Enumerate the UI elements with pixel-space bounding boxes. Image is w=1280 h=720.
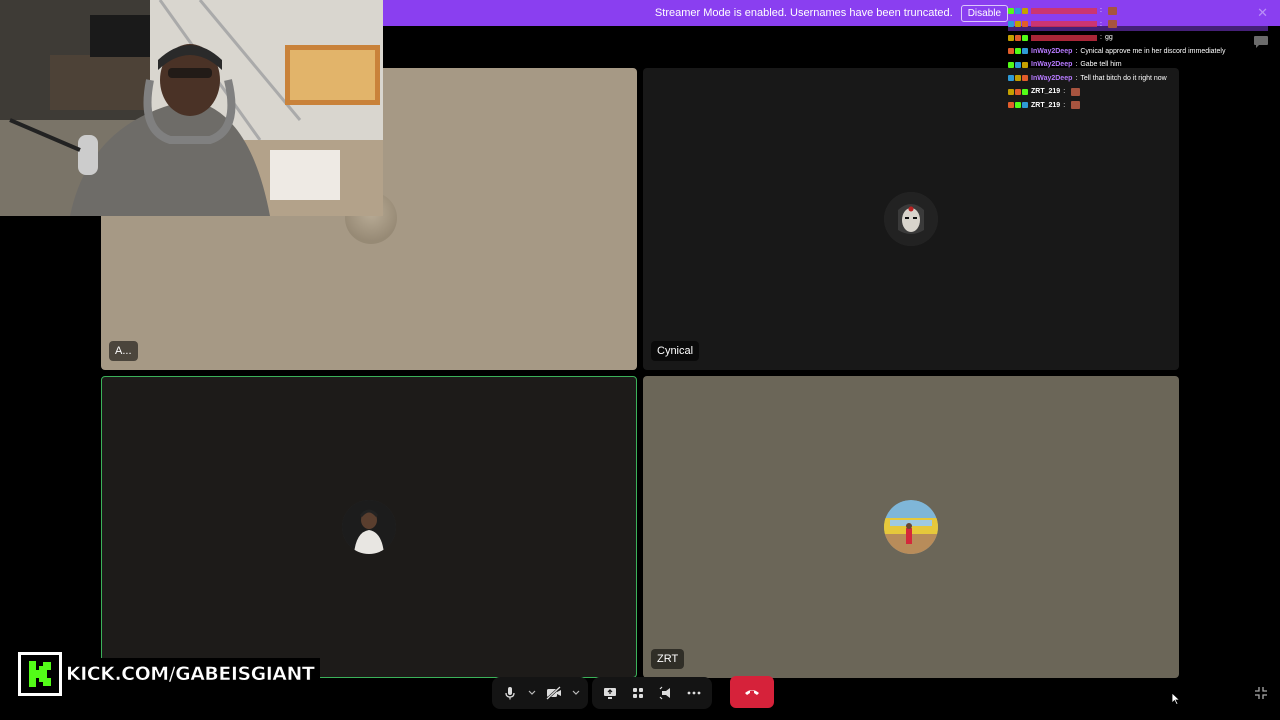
chat-badges — [1008, 88, 1028, 95]
emote-icon — [1071, 101, 1081, 110]
badge-icon — [1022, 21, 1028, 28]
chat-username — [1031, 34, 1097, 41]
badge-icon — [1022, 102, 1028, 109]
chat-separator: : — [1100, 34, 1102, 41]
activities-icon[interactable] — [626, 681, 650, 705]
badge-icon — [1008, 88, 1014, 95]
chat-badges — [1008, 102, 1028, 109]
chat-badges — [1008, 48, 1028, 55]
badge-icon — [1022, 7, 1028, 14]
badge-icon — [1008, 102, 1014, 109]
chat-message: ZRT_219: — [1008, 85, 1268, 99]
participant-tile-zrt[interactable]: ZRT — [643, 376, 1179, 678]
media-controls-group — [492, 677, 588, 709]
call-actions-group — [592, 677, 712, 709]
avatar — [884, 500, 938, 554]
chat-message: InWay2Deep: Cynical approve me in her dis… — [1008, 45, 1268, 59]
participant-name: ZRT — [651, 649, 685, 669]
participant-name: Cynical — [651, 341, 700, 361]
kick-logo-icon — [18, 652, 62, 696]
chat-message: InWay2Deep: Tell that bitch do it right n… — [1008, 72, 1268, 86]
badge-icon — [1008, 7, 1014, 14]
chat-message: InWay2Deep: Gabe tell him — [1008, 58, 1268, 72]
chat-text: Gabe tell him — [1080, 61, 1122, 68]
microphone-icon[interactable] — [498, 681, 522, 705]
participant-name: A... — [109, 341, 138, 361]
stream-chat-overlay: ::: gg InWay2Deep: Cynical approve me in he… — [1008, 4, 1268, 112]
badge-icon — [1008, 75, 1014, 82]
emote-icon — [1107, 6, 1117, 15]
more-options-icon[interactable] — [682, 681, 706, 705]
badge-icon — [1015, 48, 1021, 55]
chat-separator: : — [1100, 20, 1102, 28]
chat-separator: : — [1075, 61, 1078, 68]
chat-username — [1031, 21, 1097, 28]
chat-separator: : — [1063, 88, 1066, 95]
chat-username: ZRT_219 — [1031, 101, 1061, 109]
chat-message: : gg — [1008, 31, 1268, 45]
avatar — [884, 192, 938, 246]
chat-badges — [1008, 7, 1028, 14]
avatar — [342, 500, 396, 554]
chat-username: InWay2Deep — [1031, 47, 1073, 55]
badge-icon — [1015, 75, 1021, 82]
mouse-cursor-icon — [1171, 692, 1181, 710]
badge-icon — [1015, 21, 1021, 28]
participant-tile-gabeisgiant[interactable]: GabeIsGiant — [101, 376, 637, 678]
chat-badges — [1008, 61, 1028, 68]
kick-watermark: KICK.COM/GABEISGIANT — [18, 652, 321, 696]
badge-icon — [1008, 48, 1014, 55]
badge-icon — [1015, 7, 1021, 14]
badge-icon — [1008, 61, 1014, 68]
chat-username: ZRT_219 — [1031, 88, 1061, 95]
chat-username: InWay2Deep — [1031, 61, 1073, 68]
badge-icon — [1008, 21, 1014, 28]
leave-call-button[interactable] — [730, 676, 774, 708]
chat-badges — [1008, 75, 1028, 82]
hang-up-icon — [745, 690, 759, 695]
chat-message: : — [1008, 17, 1268, 31]
chat-username — [1031, 7, 1097, 14]
chat-separator: : — [1075, 74, 1078, 82]
badge-icon — [1015, 61, 1021, 68]
exit-fullscreen-icon[interactable] — [1254, 686, 1268, 705]
chat-text: gg — [1104, 34, 1113, 41]
badge-icon — [1022, 61, 1028, 68]
chat-text: Tell that bitch do it right now — [1080, 74, 1167, 82]
caret-down-icon[interactable] — [526, 681, 538, 705]
chat-message: : — [1008, 4, 1268, 18]
badge-icon — [1015, 88, 1021, 95]
chat-badges — [1008, 34, 1028, 41]
chat-separator: : — [1100, 7, 1102, 14]
caret-down-icon[interactable] — [570, 681, 582, 705]
banner-text: Streamer Mode is enabled. Usernames have… — [654, 7, 953, 19]
screen-share-icon[interactable] — [598, 681, 622, 705]
badge-icon — [1022, 88, 1028, 95]
badge-icon — [1022, 75, 1028, 82]
chat-username: InWay2Deep — [1031, 74, 1073, 82]
call-controls-toolbar — [492, 676, 782, 710]
chat-bubble-icon[interactable] — [1253, 35, 1269, 54]
soundboard-icon[interactable] — [654, 681, 678, 705]
chat-text: Cynical approve me in her discord immedi… — [1080, 47, 1226, 55]
badge-icon — [1022, 48, 1028, 55]
kick-channel-url: KICK.COM/GABEISGIANT — [62, 658, 321, 690]
streamer-webcam-overlay — [0, 0, 383, 216]
chat-badges — [1008, 21, 1028, 28]
badge-icon — [1008, 34, 1014, 41]
participant-tile-cynical[interactable]: Cynical — [643, 68, 1179, 370]
camera-off-icon[interactable] — [542, 681, 566, 705]
chat-separator: : — [1075, 47, 1078, 55]
disable-streamer-mode-button[interactable]: Disable — [960, 4, 1009, 22]
badge-icon — [1015, 102, 1021, 109]
badge-icon — [1015, 34, 1021, 41]
badge-icon — [1022, 34, 1028, 41]
chat-message: ZRT_219: — [1008, 99, 1268, 113]
emote-icon — [1071, 87, 1081, 96]
chat-separator: : — [1063, 101, 1066, 109]
emote-icon — [1107, 20, 1117, 29]
